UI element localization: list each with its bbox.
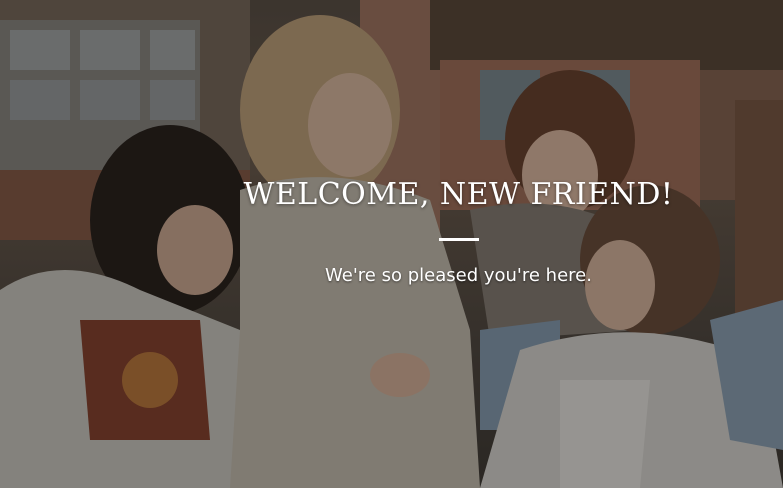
title-divider <box>438 238 479 241</box>
hero-banner: WELCOME, NEW FRIEND! We're so pleased yo… <box>0 0 783 488</box>
hero-subtitle: We're so pleased you're here. <box>325 265 592 286</box>
hero-title: WELCOME, NEW FRIEND! <box>243 177 674 212</box>
hero-content: WELCOME, NEW FRIEND! We're so pleased yo… <box>0 170 783 286</box>
